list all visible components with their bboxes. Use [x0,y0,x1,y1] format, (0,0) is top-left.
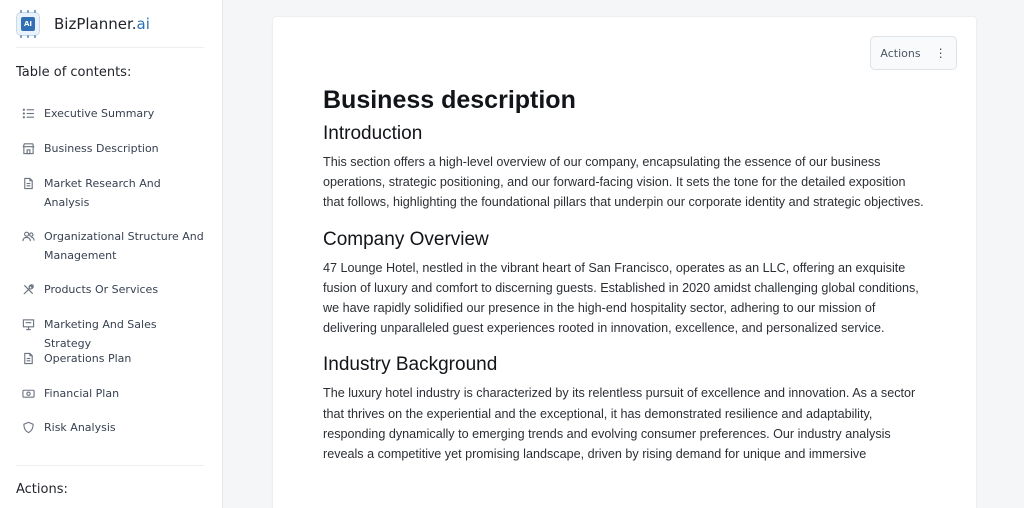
toc-item-products-services[interactable]: Products Or Services [16,280,206,299]
toc-item-risk-analysis[interactable]: Risk Analysis [16,418,206,437]
toc-item-financial-plan[interactable]: Financial Plan [16,384,206,403]
document-content: Business description Introduction This s… [323,83,928,464]
section-body: This section offers a high-level overvie… [323,155,924,210]
page-title: Business description [323,86,576,114]
toc-item-business-description[interactable]: Business Description [16,139,206,158]
brand[interactable]: AI BizPlanner.ai [16,10,150,38]
toc-item-market-research[interactable]: Market Research And Analysis [16,174,206,212]
toc-item-marketing-sales[interactable]: Marketing And Sales Strategy [16,315,206,353]
toc-item-label: Organizational Structure And Management [44,230,204,262]
more-vertical-icon: ⋮ [934,46,947,60]
toc-heading: Table of contents: [16,65,132,80]
toc-item-label: Financial Plan [44,387,120,400]
money-icon [16,384,42,402]
toc-item-executive-summary[interactable]: Executive Summary [16,104,206,123]
section-body: 47 Lounge Hotel, nestled in the vibrant … [323,260,919,336]
toc-item-label: Marketing And Sales Strategy [44,318,157,350]
tools-icon [16,280,42,298]
users-icon [16,227,42,245]
actions-button-label: Actions [880,46,921,60]
sidebar: AI BizPlanner.ai Table of contents: Exec… [0,0,223,508]
toc-item-organizational-structure[interactable]: Organizational Structure And Management [16,227,206,265]
toc-item-label: Business Description [44,142,159,155]
toc-item-label: Risk Analysis [44,421,116,434]
shield-icon [16,418,42,436]
toc-item-label: Market Research And Analysis [44,177,161,209]
section-heading: Company Overview [323,228,489,250]
store-icon [16,139,42,157]
sidebar-divider [16,47,204,48]
brand-name: BizPlanner.ai [54,15,150,33]
sidebar-divider [16,465,204,466]
section-heading: Introduction [323,123,423,144]
list-icon [16,104,42,122]
toc-item-label: Executive Summary [44,107,155,120]
actions-button[interactable]: Actions ⋮ [870,36,957,70]
section-heading: Industry Background [323,354,498,376]
actions-heading: Actions: [16,482,68,497]
presentation-icon [16,315,42,333]
section-body: The luxury hotel industry is characteriz… [323,386,916,462]
toc-item-label: Operations Plan [44,352,132,365]
ai-chip-icon: AI [16,10,40,38]
document-icon [16,174,42,192]
document-card: Actions ⋮ Business description Introduct… [272,16,977,508]
toc-item-label: Products Or Services [44,283,159,296]
toc-item-operations-plan[interactable]: Operations Plan [16,349,206,368]
document-icon [16,349,42,367]
